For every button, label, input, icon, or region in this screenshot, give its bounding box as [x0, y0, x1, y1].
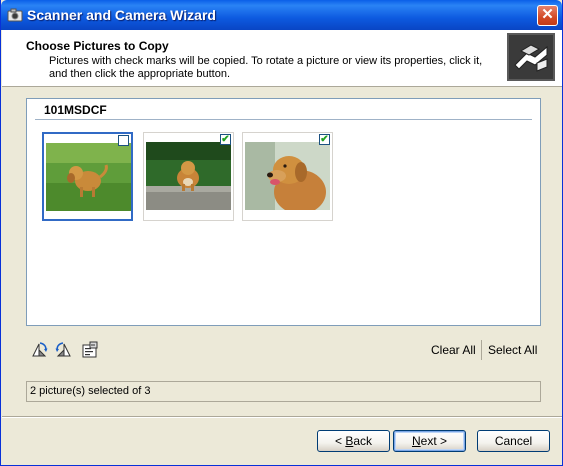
picture-thumbnail-3[interactable]: ✔: [242, 132, 333, 221]
status-bar: 2 picture(s) selected of 3: [26, 381, 541, 402]
back-arrow-icon: <: [334, 434, 346, 448]
folder-name: 101MSDCF: [44, 103, 107, 117]
selection-status: 2 picture(s) selected of 3: [30, 385, 151, 397]
cancel-label: Cancel: [494, 434, 533, 448]
picture-thumbnail-1[interactable]: [42, 132, 133, 221]
rotate-counterclockwise-icon[interactable]: [55, 341, 73, 359]
select-all-button[interactable]: Select All: [488, 343, 537, 357]
scanner-camera-wizard-icon: [507, 33, 555, 81]
picture-checkbox-2[interactable]: ✔: [220, 134, 231, 145]
wizard-window: Scanner and Camera Wizard ✕ Choose Pictu…: [0, 0, 563, 466]
close-button[interactable]: ✕: [537, 5, 558, 26]
rotate-clockwise-icon[interactable]: [30, 341, 48, 359]
next-arrow-icon: >: [436, 434, 448, 448]
properties-icon[interactable]: [81, 341, 99, 359]
page-description: Pictures with check marks will be copied…: [49, 55, 483, 80]
back-button[interactable]: < Back: [317, 430, 390, 452]
toolbar-divider: [481, 340, 482, 360]
pictures-list[interactable]: 101MSDCF ✔ ✔: [26, 98, 541, 326]
dog-portrait-photo: [245, 142, 330, 210]
cancel-button[interactable]: Cancel: [477, 430, 550, 452]
clear-all-button[interactable]: Clear All: [431, 343, 476, 357]
window-title: Scanner and Camera Wizard: [27, 7, 216, 23]
camera-icon: [7, 8, 23, 22]
picture-checkbox-3[interactable]: ✔: [319, 134, 330, 145]
next-accelerator: N: [411, 434, 421, 448]
back-label: ack: [353, 434, 373, 448]
page-title: Choose Pictures to Copy: [26, 39, 169, 53]
next-label: ext: [420, 434, 437, 448]
picture-checkbox-1[interactable]: [118, 135, 129, 146]
button-divider: [2, 416, 562, 417]
title-bar[interactable]: Scanner and Camera Wizard ✕: [1, 0, 562, 30]
dog-in-garden-photo: [146, 142, 231, 210]
picture-thumbnail-2[interactable]: ✔: [143, 132, 234, 221]
dog-on-grass-photo: [46, 143, 131, 211]
wizard-header: Choose Pictures to Copy Pictures with ch…: [2, 30, 562, 87]
next-button[interactable]: Next >: [393, 430, 466, 452]
close-icon: ✕: [541, 6, 554, 23]
folder-divider: [35, 119, 532, 120]
